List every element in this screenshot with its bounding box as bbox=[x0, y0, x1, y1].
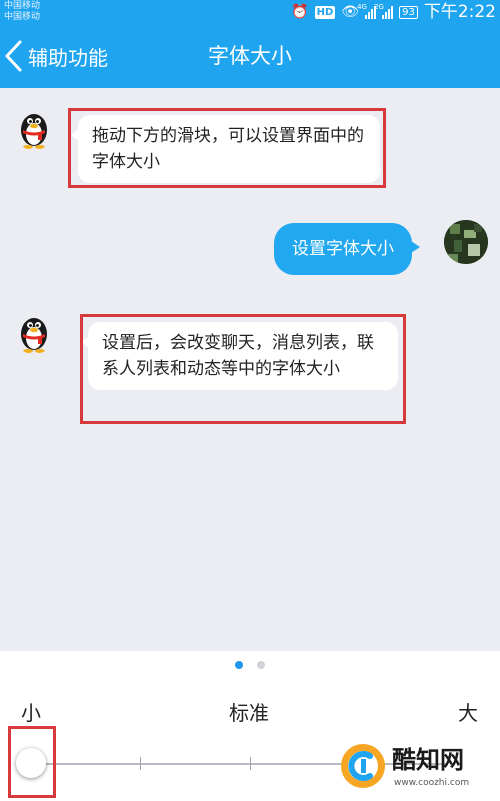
status-bar: 中国移动 中国移动 ⏰ HD 👁 4G 2G 93 下午2:22 bbox=[0, 0, 500, 24]
signal-icon: 2G bbox=[374, 3, 394, 19]
watermark-url: www.coozhi.com bbox=[394, 778, 470, 788]
coozhi-logo-icon bbox=[341, 744, 385, 788]
title-bar: 辅助功能 字体大小 bbox=[0, 24, 500, 88]
battery-icon: 93 bbox=[399, 5, 418, 19]
carrier-label: 中国移动 bbox=[4, 1, 41, 11]
highlight-box bbox=[80, 314, 406, 424]
qq-penguin-icon bbox=[21, 114, 47, 149]
user-avatar[interactable] bbox=[444, 220, 488, 264]
qq-penguin-icon bbox=[21, 318, 47, 353]
qq-penguin-avatar bbox=[12, 106, 56, 150]
hd-icon: HD bbox=[314, 5, 336, 19]
slider-tick bbox=[140, 757, 141, 770]
highlight-box bbox=[68, 108, 386, 188]
slider-min-label: 小 bbox=[21, 701, 41, 725]
user-avatar-image bbox=[444, 220, 488, 264]
page-dot-active bbox=[235, 661, 243, 669]
watermark: 酷知网 www.coozhi.com bbox=[340, 741, 500, 801]
alarm-icon: ⏰ bbox=[291, 4, 309, 20]
slider-mid-label: 标准 bbox=[229, 701, 269, 725]
page-title: 字体大小 bbox=[208, 44, 292, 68]
slider-max-label: 大 bbox=[458, 701, 478, 725]
page-indicator bbox=[0, 661, 500, 669]
sent-message-bubble: 设置字体大小 bbox=[274, 223, 420, 275]
page-dot bbox=[257, 661, 265, 669]
qq-penguin-avatar bbox=[12, 310, 56, 354]
watermark-name: 酷知网 bbox=[392, 746, 464, 774]
highlight-box bbox=[8, 726, 56, 798]
carrier-label: 中国移动 bbox=[4, 12, 41, 22]
slider-tick bbox=[250, 757, 251, 770]
clock: 下午2:22 bbox=[423, 2, 496, 22]
